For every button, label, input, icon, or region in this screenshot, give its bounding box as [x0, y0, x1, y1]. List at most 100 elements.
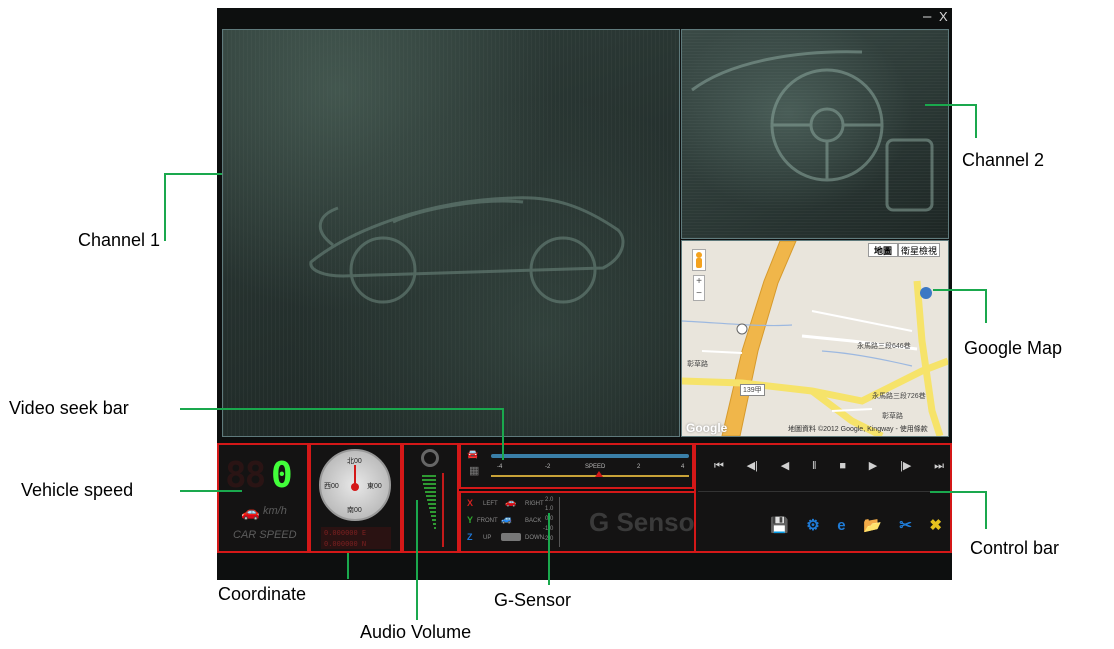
callout-audio-volume: Audio Volume [360, 622, 472, 642]
callout-line-channel2 [925, 104, 975, 106]
g-sensor-label: FRONT [477, 518, 498, 524]
speed-scale-marker [595, 471, 603, 477]
road-label: 139甲 [740, 384, 765, 396]
callout-line-coordinate [347, 553, 349, 579]
car-front-icon: 🚗 [505, 497, 517, 507]
g-sensor-scale-line [559, 497, 560, 547]
callout-line-audio-volume [416, 500, 418, 620]
map-attribution[interactable]: 地圖資料 ©2012 Google, Kingway - 使用條款 [788, 424, 928, 434]
step-forward-button[interactable]: |▶ [900, 459, 911, 473]
speed-digit: 0 [271, 455, 293, 496]
g-sensor-axis-x: X [467, 498, 474, 508]
skip-to-end-button[interactable]: ⏭ [934, 459, 944, 473]
zoom-out-button[interactable]: − [694, 288, 704, 300]
road-label: 永馬路三段646巷 [857, 343, 911, 350]
speed-chart-icon: ▦ [469, 465, 480, 477]
car-side-icon: 🚙 [501, 514, 513, 524]
close-button[interactable]: X [939, 8, 948, 26]
tools-icon[interactable]: ✖ [929, 517, 942, 535]
google-map[interactable]: + − 地圖 衛星檢視 永馬路三段646巷 彰草路 139甲 永馬路三段726巷… [681, 240, 949, 437]
map-roads [682, 241, 948, 436]
g-sensor-label: LEFT [483, 501, 498, 507]
street-view-pegman-icon[interactable] [692, 249, 706, 271]
g-sensor-label: RIGHT [525, 501, 544, 507]
callout-line-seek-bar [180, 408, 504, 410]
control-divider [698, 491, 948, 492]
google-logo: Google [686, 421, 728, 435]
callout-line-vehicle-speed [180, 490, 242, 492]
g-sensor-label: BACK [525, 518, 542, 524]
callout-line-channel2 [975, 104, 977, 138]
callout-line-google-map [933, 289, 985, 291]
road-label: 彰草路 [687, 361, 708, 368]
callout-channel-1: Channel 1 [78, 230, 161, 250]
compass-east: 東00 [367, 483, 382, 490]
pause-button[interactable]: ‖ [812, 459, 817, 473]
road-label: 彰草路 [882, 413, 903, 420]
compass-hub [351, 483, 359, 491]
speed-scale-tick: 4 [681, 464, 685, 470]
callout-control-bar: Control bar [970, 538, 1060, 558]
seek-car-icon[interactable]: 🚘 [467, 449, 489, 459]
speed-scale-tick: 2 [637, 464, 641, 470]
coordinate-line-2: 0.000000 N [324, 540, 367, 548]
rewind-button[interactable]: ◀ [781, 459, 789, 473]
stop-button[interactable]: ■ [839, 459, 846, 473]
video-seek-bar[interactable] [491, 454, 689, 458]
g-sensor-title: G Sensor [589, 507, 705, 537]
play-button[interactable]: ▶ [869, 459, 877, 473]
channel-1-video[interactable] [222, 29, 680, 437]
callout-line-control-bar [930, 491, 985, 493]
g-sensor-scale: 2.0 [545, 497, 554, 503]
callout-google-map: Google Map [964, 338, 1063, 358]
compass-west: 西00 [324, 483, 339, 490]
map-type-satellite-tab[interactable]: 衛星檢視 [898, 243, 940, 257]
coordinate-line-1: 0.000000 E [324, 529, 367, 537]
callout-g-sensor: G-Sensor [494, 590, 572, 610]
car-top-icon [501, 533, 521, 541]
car-icon: 🚗 [241, 504, 260, 521]
cut-clip-icon[interactable]: ✂ [899, 517, 912, 535]
g-sensor-label: UP [483, 535, 492, 541]
callout-line-seek-bar [502, 408, 504, 460]
callout-line-channel1 [164, 173, 222, 175]
audio-volume-panel [402, 443, 459, 553]
speed-scale-tick: -2 [545, 464, 551, 470]
coordinate-panel: 北00 南00 西00 東00 0.000000 E 0.000000 N [309, 443, 402, 553]
compass-dial: 北00 南00 西00 東00 [319, 449, 391, 521]
minimize-button[interactable]: – [923, 8, 931, 26]
g-sensor-axis-z: Z [467, 532, 473, 542]
save-icon[interactable]: 💾 [770, 517, 789, 535]
callout-line-g-sensor [548, 513, 550, 585]
car-silhouette-watermark [309, 196, 625, 304]
step-back-button[interactable]: ◀| [747, 459, 758, 473]
map-zoom-control[interactable]: + − [693, 275, 705, 301]
compass-south: 南00 [347, 507, 362, 514]
speed-scale-tick: -4 [497, 464, 503, 470]
volume-knob-icon[interactable] [421, 449, 439, 467]
control-bar: ⏮ ◀| ◀ ‖ ■ ▶ |▶ ⏭ 💾 ⚙ e 📂 ✂ ✖ [694, 443, 952, 553]
callout-channel-2: Channel 2 [962, 150, 1045, 170]
skip-to-start-button[interactable]: ⏮ [714, 459, 724, 473]
settings-icon[interactable]: ⚙ [806, 517, 819, 535]
channel-2-video[interactable] [681, 29, 949, 239]
map-type-map-tab[interactable]: 地圖 [868, 243, 898, 257]
player-window: – X + − 地圖 衛星檢視 永馬路三段646巷 彰草路 139甲 永馬路三段… [217, 8, 952, 580]
callout-line-google-map [985, 289, 987, 323]
g-sensor-axis-y: Y [467, 515, 474, 525]
browser-icon[interactable]: e [837, 517, 845, 535]
zoom-in-button[interactable]: + [694, 276, 704, 288]
callout-coordinate: Coordinate [218, 584, 307, 604]
speed-caption: CAR SPEED [233, 529, 297, 541]
callout-line-channel1 [164, 173, 166, 241]
callout-video-seek-bar: Video seek bar [9, 398, 129, 418]
speed-unit: km/h [263, 505, 287, 517]
video-seek-panel: 🚘 ▦ -4 -2 SPEED 2 4 [459, 443, 694, 489]
callout-line-control-bar [985, 491, 987, 529]
g-sensor-scale: 1.0 [545, 506, 554, 512]
coordinate-readout: 0.000000 E 0.000000 N [321, 527, 391, 549]
steering-wheel-watermark [691, 50, 934, 212]
speed-scale-tick: SPEED [585, 464, 606, 470]
vehicle-speed-panel: 88 0 🚗 km/h CAR SPEED [217, 443, 309, 553]
open-folder-icon[interactable]: 📂 [863, 517, 882, 535]
